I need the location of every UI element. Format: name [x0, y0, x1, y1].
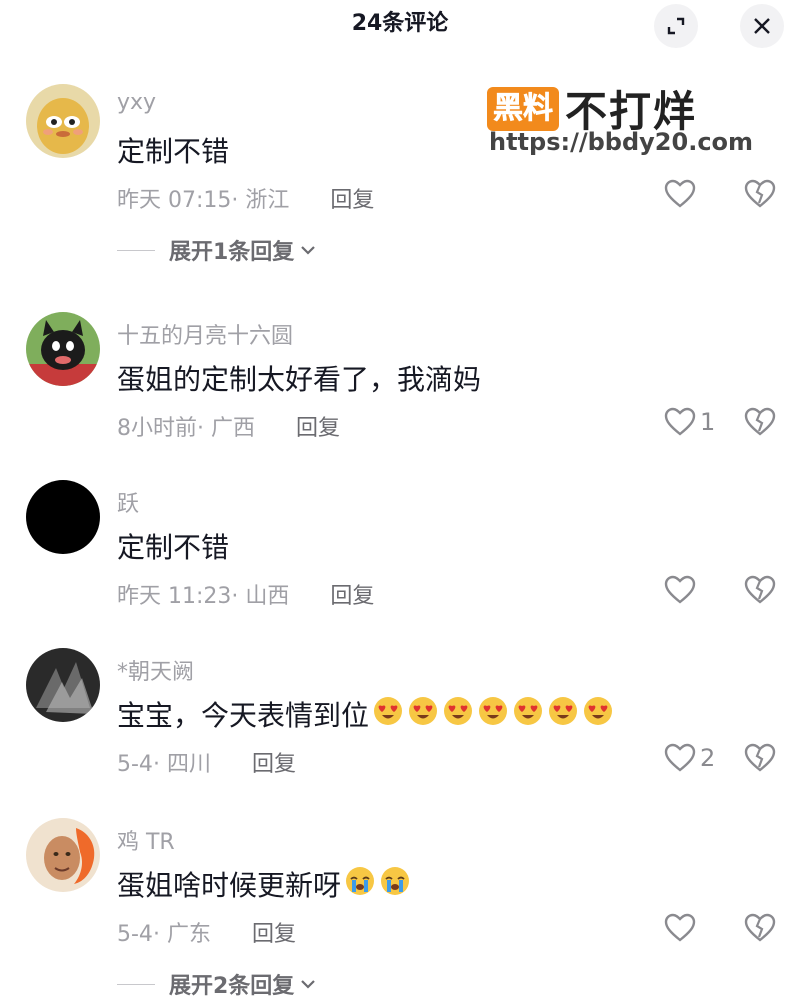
comment-text: 蛋姐的定制太好看了，我滴妈 — [117, 363, 482, 396]
heart-icon — [664, 913, 696, 942]
avatar[interactable] — [26, 818, 100, 892]
reply-button[interactable]: 回复 — [252, 752, 296, 777]
broken-heart-icon — [744, 743, 776, 772]
broken-heart-icon — [744, 407, 776, 436]
comment-time: 5-4 — [117, 922, 153, 947]
emoji-row — [369, 695, 614, 734]
avatar[interactable] — [26, 312, 100, 386]
heart-icon — [664, 179, 696, 208]
reply-button[interactable]: 回复 — [330, 584, 374, 609]
like-button[interactable] — [664, 179, 696, 209]
expand-replies-button[interactable]: 展开2条回复 — [117, 968, 316, 997]
comments-panel: 24条评论 黑料 不打烊 https://bbdy20.com yxy 定制不错… — [0, 0, 800, 997]
reply-button[interactable]: 回复 — [296, 416, 340, 441]
heart-icon — [664, 743, 696, 772]
crying-emoji — [346, 866, 375, 895]
heart-eyes-emoji — [549, 696, 578, 725]
expand-replies-label: 展开1条回复 — [169, 240, 295, 265]
comment-time: 昨天 07:15 — [117, 188, 232, 213]
comment-location: 山西 — [245, 584, 290, 609]
dislike-button[interactable] — [744, 179, 776, 213]
watermark-url: https://bbdy20.com — [489, 128, 754, 156]
dislike-button[interactable] — [744, 743, 776, 777]
expand-replies-label: 展开2条回复 — [169, 974, 295, 997]
broken-heart-icon — [744, 575, 776, 604]
comment-meta: 5-4· 广东 回复 — [117, 922, 296, 947]
chevron-down-icon — [301, 246, 316, 255]
username[interactable]: 跃 — [117, 486, 139, 518]
chevron-down-icon — [301, 980, 316, 989]
heart-icon — [664, 575, 696, 604]
avatar[interactable] — [26, 84, 100, 158]
heart-eyes-emoji — [479, 696, 508, 725]
comment-location: 四川 — [166, 752, 211, 777]
comment-text: 定制不错 — [117, 135, 230, 168]
comment-text: 宝宝，今天表情到位 — [117, 694, 614, 734]
reply-button[interactable]: 回复 — [252, 922, 296, 947]
heart-eyes-emoji — [444, 696, 473, 725]
like-button[interactable]: 2 — [664, 743, 715, 773]
avatar[interactable] — [26, 480, 100, 554]
heart-eyes-emoji — [514, 696, 543, 725]
comment-location: 广东 — [166, 922, 211, 947]
dislike-button[interactable] — [744, 913, 776, 947]
reply-button[interactable]: 回复 — [330, 188, 374, 213]
username[interactable]: yxy — [117, 90, 156, 115]
avatar[interactable] — [26, 648, 100, 722]
like-button[interactable]: 1 — [664, 407, 715, 437]
expand-icon — [667, 17, 685, 35]
comment-text-body: 宝宝，今天表情到位 — [117, 699, 370, 732]
username[interactable]: 鸡 TR — [117, 824, 175, 856]
broken-heart-icon — [744, 179, 776, 208]
like-count: 1 — [700, 408, 716, 436]
crying-emoji — [381, 866, 410, 895]
username[interactable]: 十五的月亮十六圆 — [117, 318, 293, 350]
heart-eyes-emoji — [409, 696, 438, 725]
comment-location: 广西 — [211, 416, 256, 441]
heart-eyes-emoji — [584, 696, 613, 725]
heart-eyes-emoji — [374, 696, 403, 725]
like-button[interactable] — [664, 575, 696, 605]
emoji-row — [341, 865, 411, 904]
like-count: 2 — [700, 744, 716, 772]
comment-time: 昨天 11:23 — [117, 584, 232, 609]
like-button[interactable] — [664, 913, 696, 943]
heart-icon — [664, 407, 696, 436]
comment-meta: 8小时前· 广西 回复 — [117, 416, 341, 441]
dislike-button[interactable] — [744, 407, 776, 441]
expand-replies-button[interactable]: 展开1条回复 — [117, 234, 316, 266]
comment-meta: 昨天 07:15· 浙江 回复 — [117, 188, 375, 213]
comment-meta: 昨天 11:23· 山西 回复 — [117, 584, 375, 609]
comment-location: 浙江 — [245, 188, 290, 213]
close-icon — [754, 18, 770, 34]
broken-heart-icon — [744, 913, 776, 942]
comment-text: 定制不错 — [117, 531, 230, 564]
close-button[interactable] — [740, 4, 784, 48]
watermark-badge: 黑料 — [487, 86, 559, 131]
dislike-button[interactable] — [744, 575, 776, 609]
comment-text-body: 蛋姐啥时候更新呀 — [117, 869, 342, 902]
comment-text: 蛋姐啥时候更新呀 — [117, 864, 411, 904]
expand-button[interactable] — [654, 4, 698, 48]
comment-time: 8小时前 — [117, 416, 197, 441]
comment-meta: 5-4· 四川 回复 — [117, 752, 296, 777]
comment-time: 5-4 — [117, 752, 153, 777]
username[interactable]: *朝天阙 — [117, 654, 194, 686]
